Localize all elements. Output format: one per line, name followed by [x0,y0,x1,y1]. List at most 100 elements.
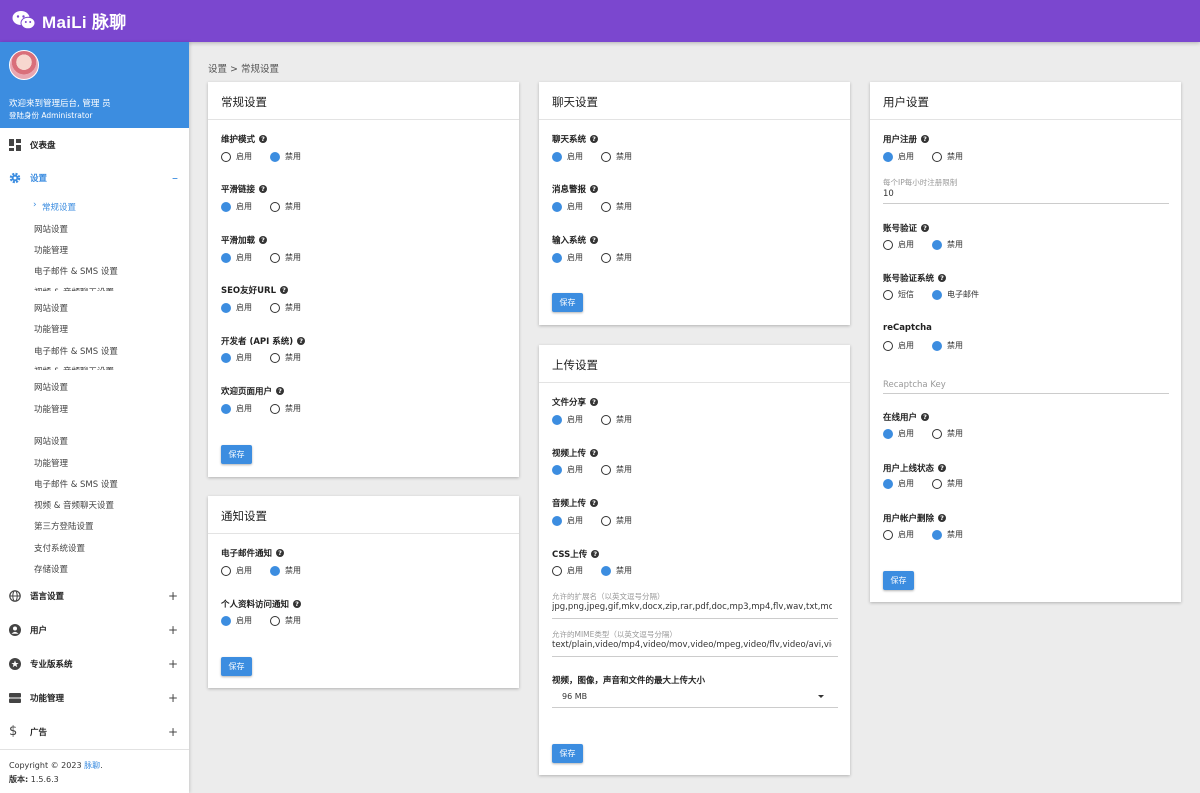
expand-icon[interactable]: + [168,691,178,705]
help-icon[interactable]: ? [590,236,599,244]
expand-icon[interactable]: + [168,657,178,671]
radio-file-share-enable[interactable]: 启用 [552,414,583,425]
sidebar-item-settings[interactable]: 设置 – [0,161,189,195]
radio-online-status-disable[interactable]: 禁用 [932,478,963,489]
radio-recaptcha-disable[interactable]: 禁用 [932,340,963,351]
sidebar-item-ads[interactable]: $ 广告 + [0,715,189,749]
radio-verify-enable[interactable]: 启用 [883,239,914,250]
radio-register-enable[interactable]: 启用 [883,151,914,162]
radio-register-disable[interactable]: 禁用 [932,151,963,162]
help-icon[interactable]: ? [938,274,947,282]
help-icon[interactable]: ? [297,337,306,345]
radio-verify-email[interactable]: 电子邮件 [932,289,979,300]
radio-maintenance-disable[interactable]: 禁用 [270,151,301,162]
radio-smooth-links-disable[interactable]: 禁用 [270,201,301,212]
radio-verify-sms[interactable]: 短信 [883,289,914,300]
sidebar-sub-email-sms[interactable]: 电子邮件 & SMS 设置 [34,478,118,490]
radio-msg-alert-enable[interactable]: 启用 [552,201,583,212]
sidebar-sub-features[interactable]: 功能管理 [34,457,68,469]
help-icon[interactable]: ? [921,135,930,143]
radio-delete-enable[interactable]: 启用 [883,529,914,540]
sidebar-sub-website[interactable]: 网站设置 [34,302,68,314]
save-button[interactable]: 保存 [552,293,583,312]
extensions-input[interactable]: jpg,png,jpeg,gif,mkv,docx,zip,rar,pdf,do… [552,602,832,612]
max-upload-size-select[interactable]: 96 MB [552,686,838,708]
sidebar-sub-payment[interactable]: 支付系统设置 [34,542,85,554]
expand-icon[interactable]: + [168,623,178,637]
radio-online-enable[interactable]: 启用 [883,428,914,439]
help-icon[interactable]: ? [921,224,930,232]
expand-icon[interactable]: + [168,725,178,739]
save-button[interactable]: 保存 [221,445,252,464]
radio-smooth-loading-disable[interactable]: 禁用 [270,252,301,263]
save-button[interactable]: 保存 [221,657,252,676]
radio-delete-disable[interactable]: 禁用 [932,529,963,540]
sidebar-sub-video-audio[interactable]: 视频 & 音频聊天设置 [34,499,114,511]
radio-audio-enable[interactable]: 启用 [552,515,583,526]
radio-verify-disable[interactable]: 禁用 [932,239,963,250]
recaptcha-key-input[interactable]: Recaptcha Key [883,380,946,390]
radio-smooth-links-enable[interactable]: 启用 [221,201,252,212]
help-icon[interactable]: ? [591,550,600,558]
radio-recaptcha-enable[interactable]: 启用 [883,340,914,351]
radio-input-disable[interactable]: 禁用 [601,252,632,263]
save-button[interactable]: 保存 [883,571,914,590]
save-button[interactable]: 保存 [552,744,583,763]
radio-developer-disable[interactable]: 禁用 [270,352,301,363]
sidebar-sub-features[interactable]: 功能管理 [34,244,68,256]
copyright-link[interactable]: 脉聊 [84,761,100,770]
help-icon[interactable]: ? [590,185,599,193]
radio-chat-enable[interactable]: 启用 [552,151,583,162]
help-icon[interactable]: ? [938,464,947,472]
sidebar-sub-video-audio[interactable]: 视频 & 音频聊天设置 [34,286,114,291]
sidebar-sub-general[interactable]: › 常规设置 [33,200,76,213]
sidebar-sub-website[interactable]: 网站设置 [34,381,68,393]
help-icon[interactable]: ? [590,499,599,507]
expand-icon[interactable]: + [168,589,178,603]
help-icon[interactable]: ? [938,514,947,522]
sidebar-sub-website[interactable]: 网站设置 [34,435,68,447]
radio-seo-enable[interactable]: 启用 [221,302,252,313]
app-logo[interactable]: MaiLi 脉聊 [12,9,127,32]
mime-types-input[interactable]: text/plain,video/mp4,video/mov,video/mpe… [552,640,832,650]
sidebar-sub-third-party[interactable]: 第三方登陆设置 [34,520,94,532]
avatar[interactable] [9,50,39,80]
sidebar-item-function[interactable]: 功能管理 + [0,681,189,715]
radio-email-notify-enable[interactable]: 启用 [221,565,252,576]
radio-video-enable[interactable]: 启用 [552,464,583,475]
help-icon[interactable]: ? [590,449,599,457]
radio-input-enable[interactable]: 启用 [552,252,583,263]
sidebar-item-dashboard[interactable]: 仪表盘 [0,128,189,162]
radio-chat-disable[interactable]: 禁用 [601,151,632,162]
help-icon[interactable]: ? [259,185,268,193]
sidebar-sub-features[interactable]: 功能管理 [34,323,68,335]
sidebar-sub-email-sms[interactable]: 电子邮件 & SMS 设置 [34,345,118,357]
radio-email-notify-disable[interactable]: 禁用 [270,565,301,576]
radio-welcome-enable[interactable]: 启用 [221,403,252,414]
radio-welcome-disable[interactable]: 禁用 [270,403,301,414]
radio-profile-notify-disable[interactable]: 禁用 [270,615,301,626]
sidebar-sub-features[interactable]: 功能管理 [34,403,68,415]
ip-limit-input[interactable]: 10 [883,189,1163,199]
radio-developer-enable[interactable]: 启用 [221,352,252,363]
radio-msg-alert-disable[interactable]: 禁用 [601,201,632,212]
radio-maintenance-enable[interactable]: 启用 [221,151,252,162]
help-icon[interactable]: ? [280,286,289,294]
sidebar-item-language[interactable]: 语言设置 + [0,579,189,613]
help-icon[interactable]: ? [590,398,599,406]
help-icon[interactable]: ? [259,135,268,143]
radio-online-status-enable[interactable]: 启用 [883,478,914,489]
collapse-icon[interactable]: – [172,171,178,185]
sidebar-sub-video-audio[interactable]: 视频 & 音频聊天设置 [34,365,114,370]
radio-css-disable[interactable]: 禁用 [601,565,632,576]
radio-video-disable[interactable]: 禁用 [601,464,632,475]
sidebar-sub-email-sms[interactable]: 电子邮件 & SMS 设置 [34,265,118,277]
radio-smooth-loading-enable[interactable]: 启用 [221,252,252,263]
sidebar-item-users[interactable]: 用户 + [0,613,189,647]
help-icon[interactable]: ? [259,236,268,244]
radio-profile-notify-enable[interactable]: 启用 [221,615,252,626]
sidebar-item-pro[interactable]: 专业版系统 + [0,647,189,681]
radio-seo-disable[interactable]: 禁用 [270,302,301,313]
radio-css-enable[interactable]: 启用 [552,565,583,576]
help-icon[interactable]: ? [276,387,285,395]
